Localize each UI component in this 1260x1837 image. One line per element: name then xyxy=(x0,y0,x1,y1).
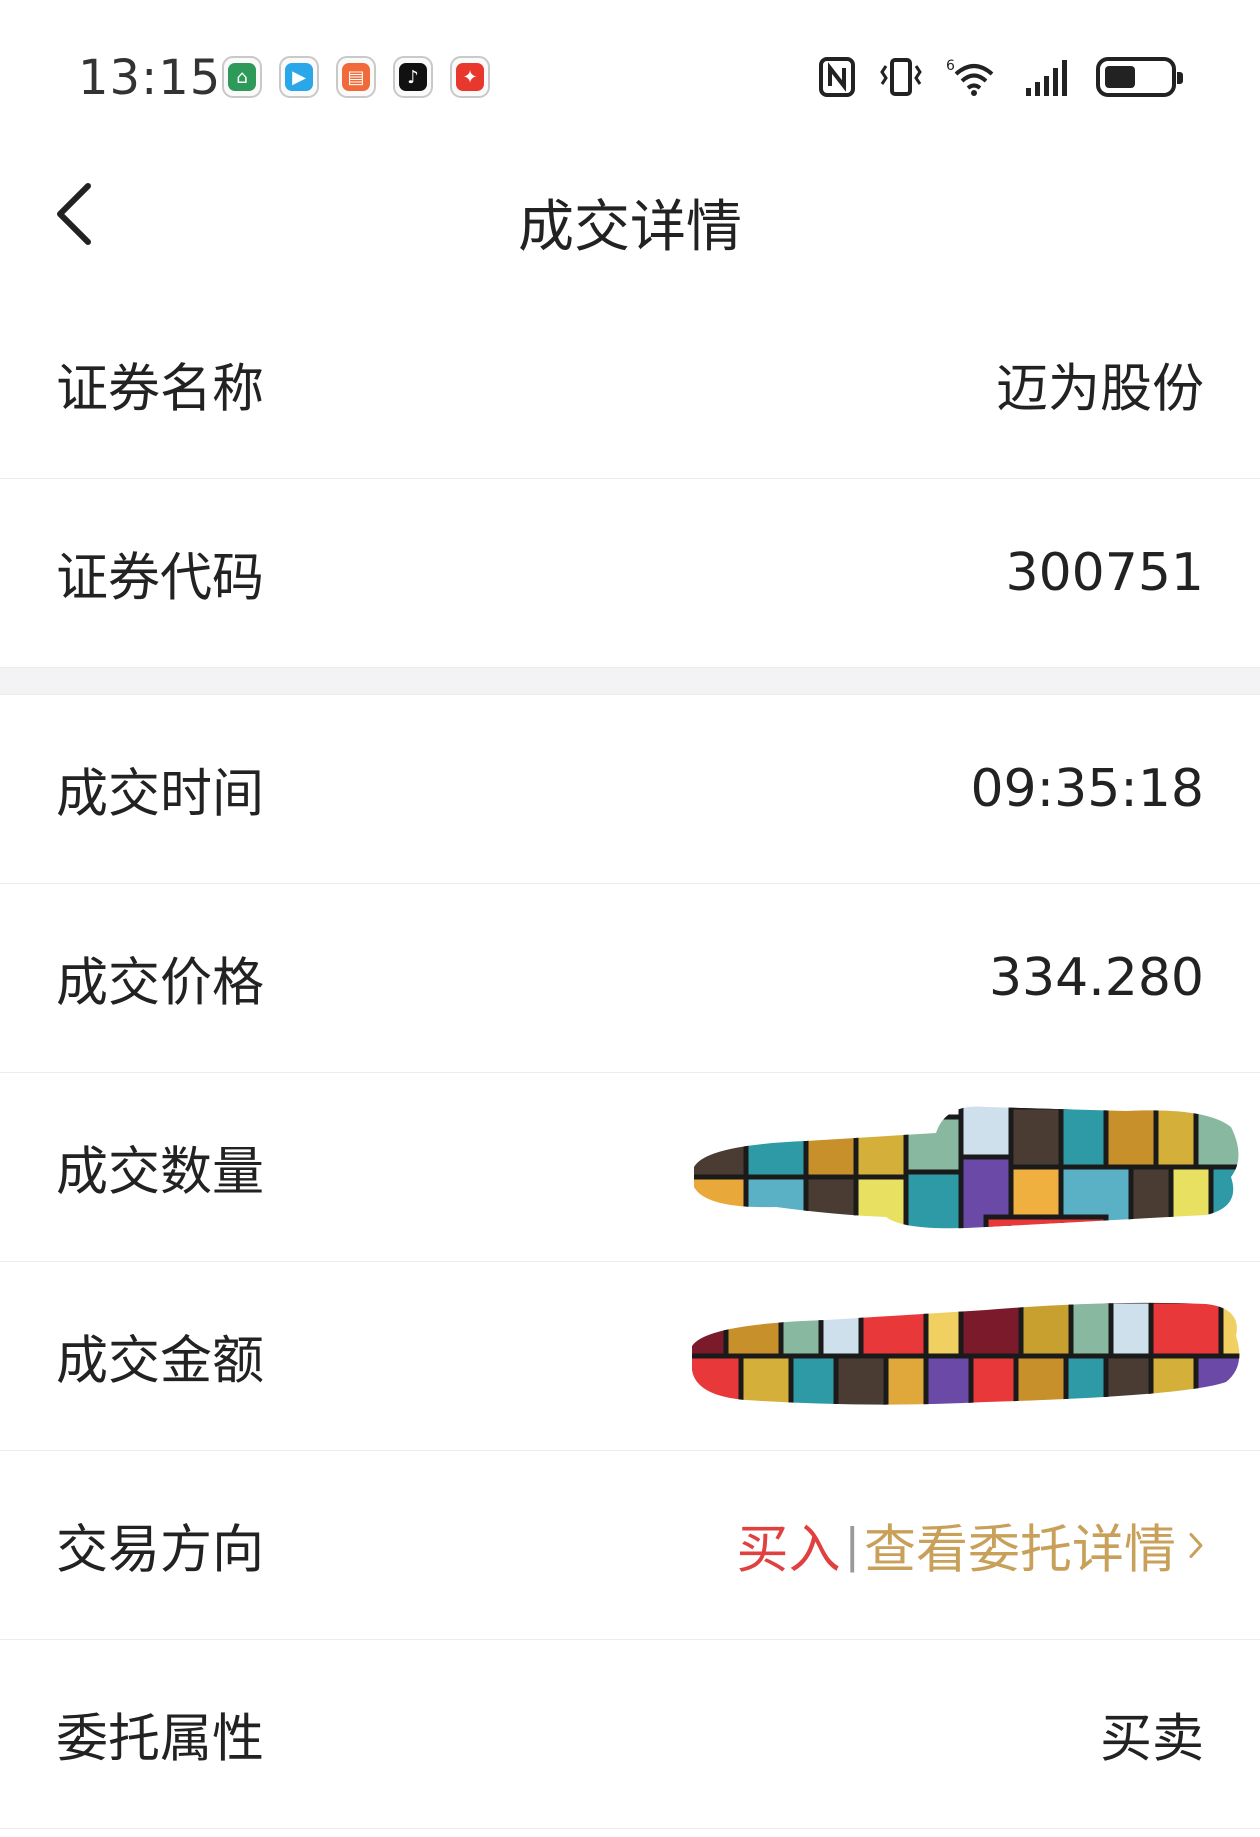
notification-app-icons: ⌂ ▶ ▤ ♪ ✦ xyxy=(222,56,490,98)
signal-icon xyxy=(1024,56,1074,98)
trade-direction-value: 买入 | 查看委托详情 xyxy=(736,1508,1204,1583)
security-code-value: 300751 xyxy=(1005,543,1204,603)
order-attribute-row: 委托属性 买卖 xyxy=(0,1640,1260,1829)
vibrate-icon xyxy=(878,56,924,98)
page-title: 成交详情 xyxy=(518,195,742,260)
book-app-icon: ▤ xyxy=(336,56,376,98)
view-order-details-label: 查看委托详情 xyxy=(863,1520,1176,1581)
status-time: 13:15 xyxy=(78,50,222,106)
trade-direction-row: 交易方向 买入 | 查看委托详情 xyxy=(0,1451,1260,1640)
trade-direction-label: 交易方向 xyxy=(56,1520,265,1581)
chevron-right-icon xyxy=(1189,1532,1203,1558)
direction-separator: | xyxy=(844,1518,860,1572)
security-info-list: 证券名称 迈为股份 证券代码 300751 成交时间 09:35:18 成交价格… xyxy=(0,290,1260,1829)
gift-app-icon: ✦ xyxy=(450,56,490,98)
status-indicators: 6 xyxy=(818,56,1183,98)
trade-price-row: 成交价格 334.280 xyxy=(0,884,1260,1073)
buy-direction-text: 买入 xyxy=(736,1520,841,1581)
quantity-redaction-mosaic xyxy=(694,1106,1239,1229)
amount-redaction-mosaic xyxy=(692,1302,1240,1405)
home-app-icon: ⌂ xyxy=(222,56,262,98)
trade-price-value: 334.280 xyxy=(988,948,1204,1008)
status-bar: 13:15 ⌂ ▶ ▤ ♪ ✦ 6 xyxy=(0,0,1260,160)
wifi-badge: 6 xyxy=(946,58,955,74)
trade-time-label: 成交时间 xyxy=(56,764,265,825)
order-attribute-value: 买卖 xyxy=(1099,1709,1204,1770)
battery-icon xyxy=(1096,56,1183,98)
trade-quantity-label: 成交数量 xyxy=(56,1142,265,1203)
trade-time-value: 09:35:18 xyxy=(970,759,1204,819)
nav-bar: 成交详情 xyxy=(0,160,1260,270)
wifi-icon: 6 xyxy=(946,56,1002,98)
section-divider xyxy=(0,668,1260,695)
view-order-details-link[interactable]: 查看委托详情 xyxy=(864,1508,1204,1583)
security-code-label: 证券代码 xyxy=(56,548,265,609)
security-name-label: 证券名称 xyxy=(56,359,265,420)
trade-amount-row: 成交金额 xyxy=(0,1262,1260,1451)
security-code-row: 证券代码 300751 xyxy=(0,479,1260,668)
order-attribute-label: 委托属性 xyxy=(56,1709,265,1770)
trade-price-label: 成交价格 xyxy=(56,953,265,1014)
tiktok-app-icon: ♪ xyxy=(393,56,433,98)
security-name-row: 证券名称 迈为股份 xyxy=(0,290,1260,479)
trade-time-row: 成交时间 09:35:18 xyxy=(0,695,1260,884)
nfc-icon xyxy=(818,56,856,98)
trade-quantity-row: 成交数量 xyxy=(0,1073,1260,1262)
security-name-value: 迈为股份 xyxy=(995,359,1204,420)
trade-amount-label: 成交金额 xyxy=(56,1331,265,1392)
video-app-icon: ▶ xyxy=(279,56,319,98)
